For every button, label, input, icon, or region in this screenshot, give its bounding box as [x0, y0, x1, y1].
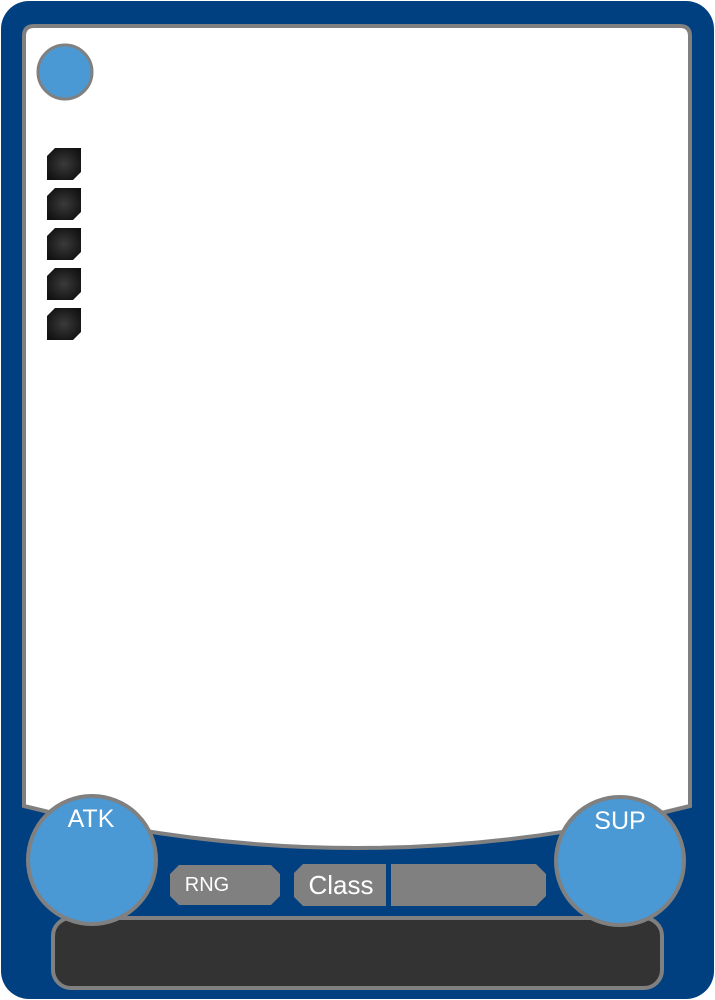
- pip-icon: [47, 188, 81, 220]
- range-label: RNG: [184, 874, 230, 896]
- card-text: [70, 935, 646, 975]
- cost-gem-icon: [36, 43, 94, 101]
- pip-icon: [47, 268, 81, 300]
- game-card: ATK SUP RNG Class: [0, 0, 715, 1000]
- pip-column: [47, 148, 81, 340]
- pip-icon: [47, 308, 81, 340]
- attack-label: ATK: [67, 805, 115, 833]
- art-panel: [22, 24, 692, 850]
- class-value-field: [391, 864, 546, 906]
- support-label: SUP: [594, 807, 646, 835]
- pip-icon: [47, 228, 81, 260]
- class-label: Class: [308, 870, 374, 900]
- pip-icon: [47, 148, 81, 180]
- card-graphics: [1, 1, 714, 999]
